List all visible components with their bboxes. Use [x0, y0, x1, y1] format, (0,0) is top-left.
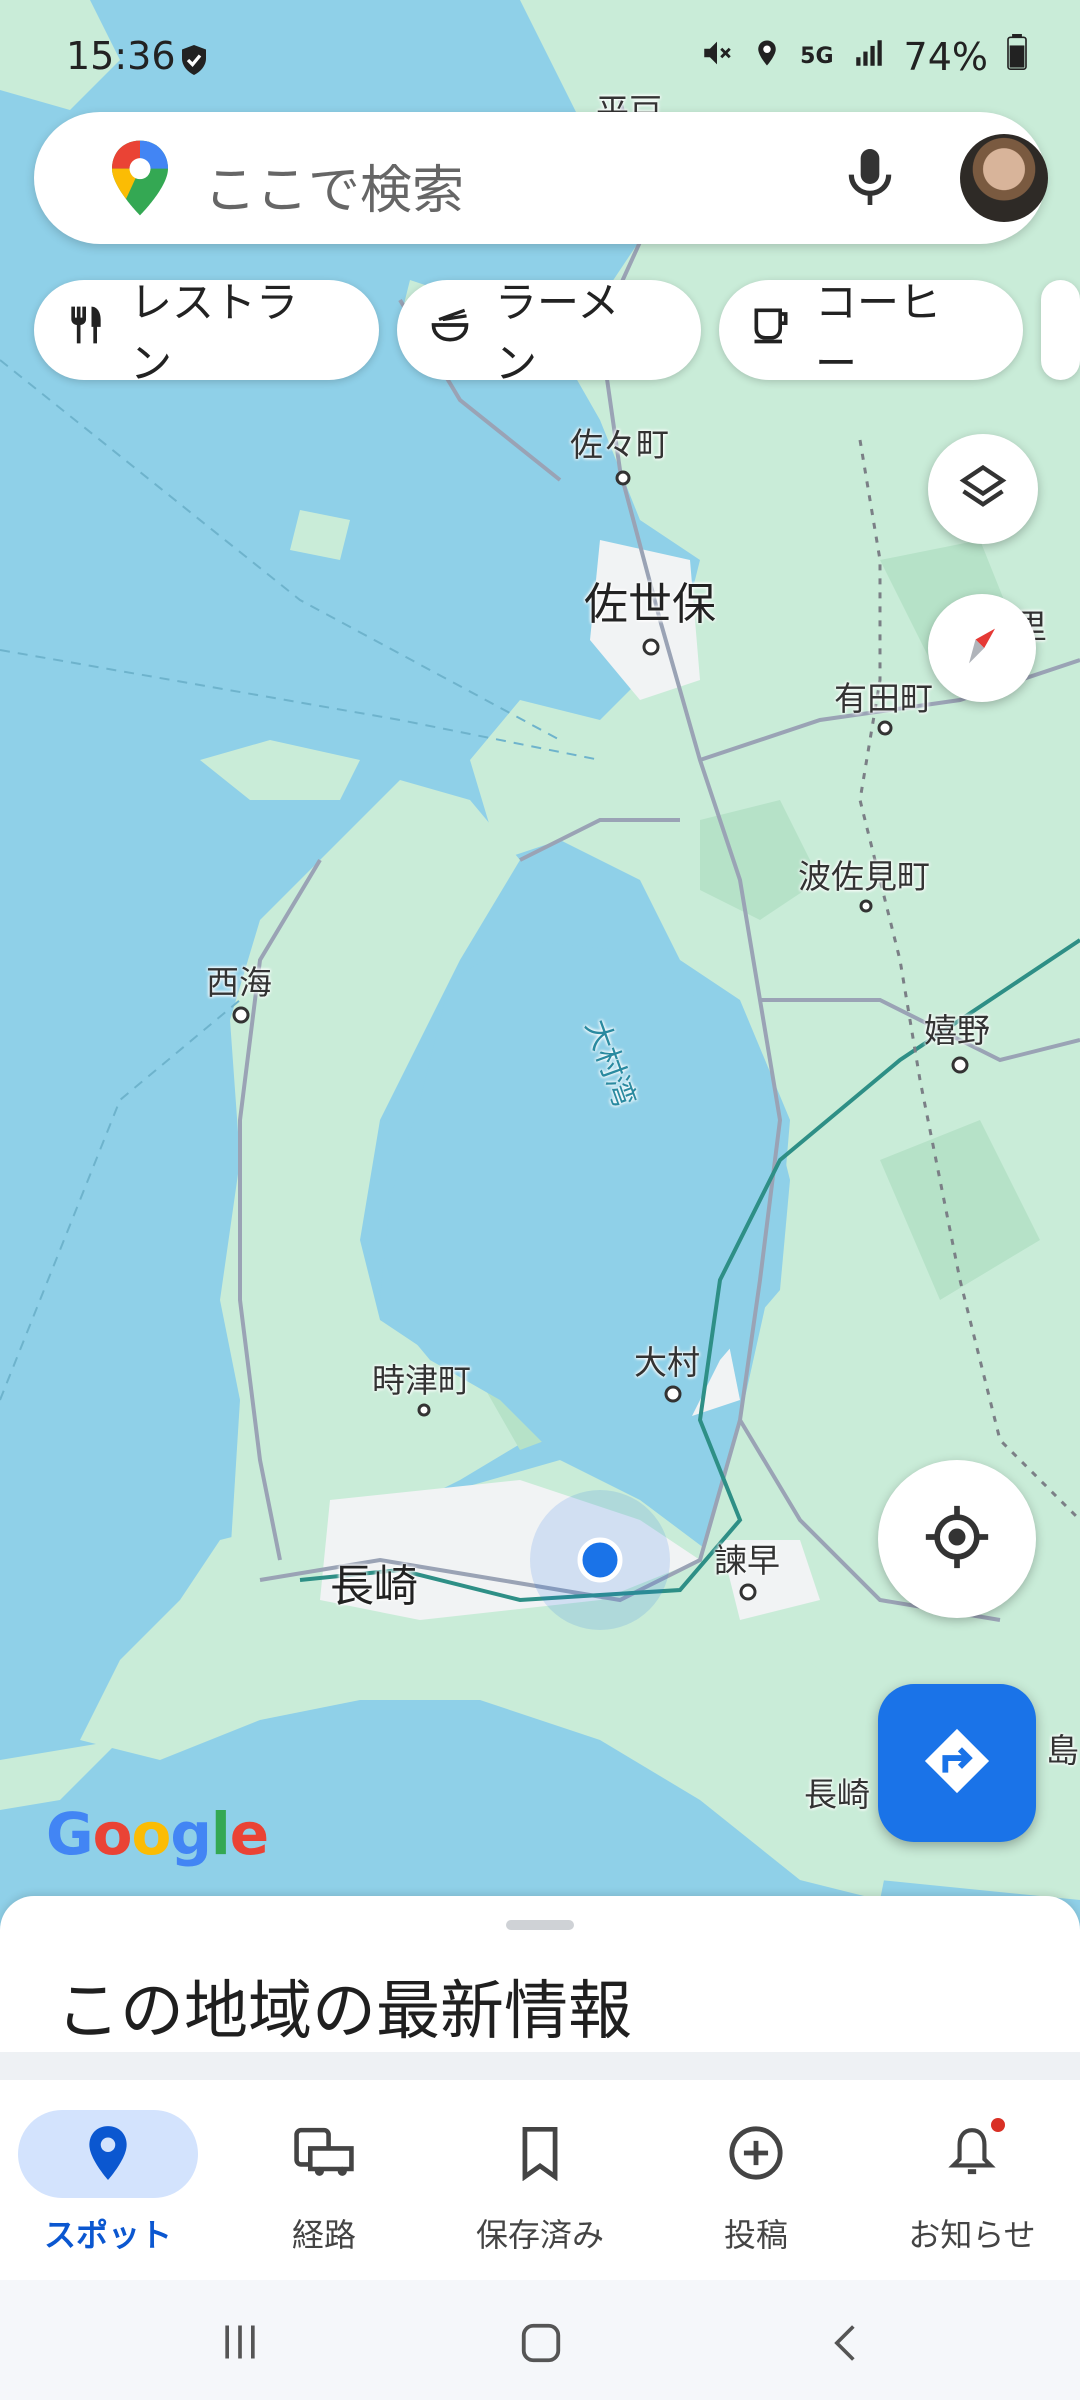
notification-dot: [991, 2118, 1005, 2132]
map-label-sasebo: 佐世保: [584, 579, 716, 630]
home-icon[interactable]: [518, 2320, 564, 2370]
fork-knife-icon: [64, 303, 108, 357]
nav-saved[interactable]: 保存済み: [432, 2094, 648, 2264]
map-label-omura: 大村: [634, 1343, 700, 1382]
directions-icon: [922, 1726, 992, 1800]
microphone-icon[interactable]: [842, 144, 898, 214]
shield-icon: [176, 42, 212, 82]
status-bar: 15:36 5G 74%: [0, 0, 1080, 110]
mute-icon: [700, 35, 734, 79]
map-label-arita: 有田町: [834, 679, 933, 718]
chip-ramen[interactable]: ラーメン: [396, 278, 701, 388]
back-icon[interactable]: [824, 2320, 868, 2370]
nav-updates[interactable]: お知らせ: [864, 2094, 1080, 2264]
ramen-bowl-icon: [427, 303, 473, 357]
battery-percent: 74%: [903, 34, 988, 79]
status-time: 15:36: [66, 34, 176, 78]
sheet-drag-handle[interactable]: [506, 1920, 574, 1930]
chip-more[interactable]: [1040, 280, 1080, 380]
google-maps-pin-icon: [112, 140, 168, 220]
commute-icon: [292, 2125, 356, 2185]
chip-label: ラーメン: [494, 278, 620, 388]
map-label-ureshino: 嬉野: [924, 1011, 990, 1050]
layers-button[interactable]: [928, 434, 1038, 544]
bell-icon: [947, 2118, 1005, 2186]
compass-button[interactable]: [928, 594, 1036, 702]
chip-label: コーヒー: [815, 278, 942, 388]
add-circle-icon: [727, 2124, 785, 2186]
map-label-sasa: 佐々町: [570, 425, 669, 464]
nav-label: 投稿: [723, 2216, 788, 2254]
nav-label: スポット: [43, 2216, 172, 2254]
map-label-togitsu: 時津町: [372, 1361, 471, 1400]
signal-icon: [852, 35, 886, 79]
map-label-hasami: 波佐見町: [798, 857, 930, 896]
compass-icon: [956, 620, 1008, 676]
avatar[interactable]: [960, 134, 1048, 222]
nav-contribute[interactable]: 投稿: [648, 2094, 864, 2264]
map-label-isahaya: 諫早: [714, 1541, 780, 1580]
bottom-sheet[interactable]: この地域の最新情報: [0, 1896, 1080, 2056]
bottom-navigation: スポット 経路 保存済み 投稿 お知らせ: [0, 2080, 1080, 2280]
bookmark-icon: [518, 2125, 562, 2185]
chip-coffee[interactable]: コーヒー: [719, 278, 1023, 388]
chip-restaurant[interactable]: レストラン: [34, 278, 379, 388]
coffee-cup-icon: [749, 303, 793, 357]
system-navigation-bar: [0, 2280, 1080, 2400]
nav-label: 経路: [291, 2216, 356, 2254]
map-label-nagasaki-partial: 長崎: [804, 1775, 870, 1814]
sheet-title: この地域の最新情報: [56, 1975, 632, 2049]
nav-commute[interactable]: 経路: [216, 2094, 432, 2264]
chip-label: レストラン: [130, 278, 299, 388]
my-location-button[interactable]: [878, 1460, 1036, 1618]
nav-explore[interactable]: スポット: [0, 2094, 216, 2264]
layers-icon: [957, 461, 1009, 517]
location-pin-icon: [83, 2124, 133, 2186]
nav-label: お知らせ: [908, 2216, 1036, 2254]
category-chips: レストラン ラーメン コーヒー: [34, 278, 1080, 388]
map-label-nagasaki: 長崎: [330, 1561, 418, 1612]
directions-button[interactable]: [878, 1684, 1036, 1842]
map-label-shima: 島: [1046, 1731, 1079, 1770]
search-bar[interactable]: ここで検索: [34, 112, 1048, 244]
network-type: 5G: [800, 44, 834, 69]
my-location-icon: [923, 1503, 991, 1575]
search-placeholder[interactable]: ここで検索: [204, 148, 464, 223]
map-label-saikai: 西海: [206, 963, 272, 1002]
google-logo: Google: [46, 1800, 269, 1868]
sheet-divider: [0, 2052, 1080, 2080]
location-icon: [752, 35, 782, 79]
recent-apps-icon[interactable]: [218, 2320, 262, 2368]
battery-icon: [1006, 34, 1028, 79]
nav-label: 保存済み: [475, 2216, 604, 2254]
